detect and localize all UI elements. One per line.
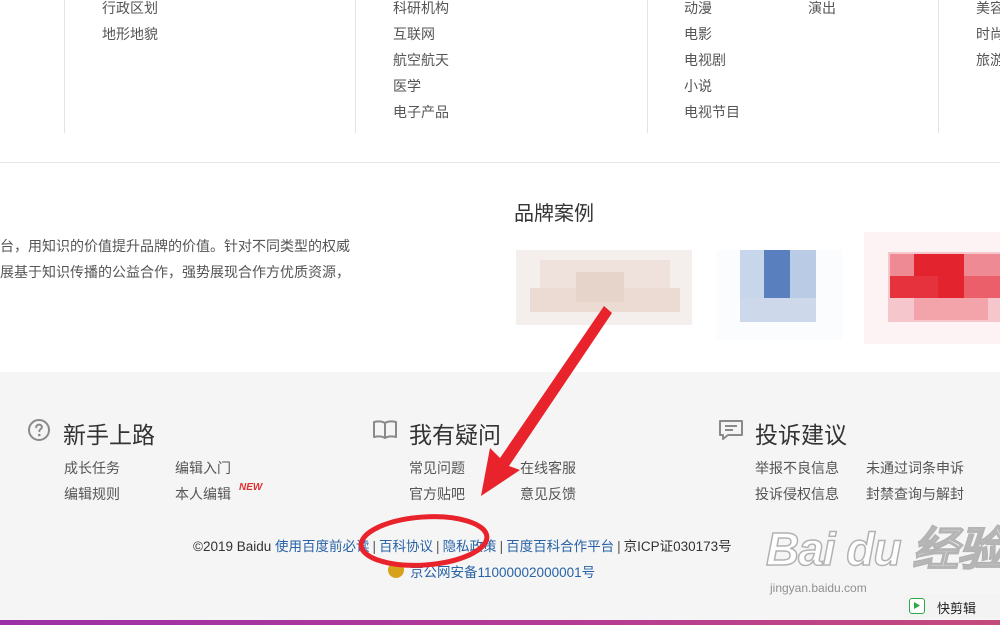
column-divider [355,0,356,133]
footer-link[interactable]: 成长任务 [64,458,120,478]
footer-link[interactable]: 投诉侵权信息 [755,484,839,504]
category-column-geography: 行政区划 地形地貌 [102,0,158,47]
category-link[interactable]: 动漫 [684,0,740,21]
footer-link[interactable]: 封禁查询与解封 [866,484,964,504]
watermark: Bai du 经验 jingyan.baidu.com [764,513,1000,605]
brand-description-line: 展基于知识传播的公益合作，强势展现合作方优质资源， [0,264,350,280]
category-link[interactable]: 行政区划 [102,0,158,21]
quick-clip-label: 快剪辑 [937,601,977,616]
brand-logo-1[interactable] [516,250,692,325]
category-link[interactable]: 美容 [976,0,1000,21]
column-divider [938,0,939,133]
question-circle-icon [27,418,51,447]
category-link[interactable]: 电视剧 [684,47,740,73]
footer-section-title: 新手上路 [63,422,155,448]
footer-link[interactable]: 意见反馈 [520,484,576,504]
police-badge-icon [388,562,404,578]
copyright-text: ©2019 Baidu [193,539,272,554]
partner-platform-link[interactable]: 百度百科合作平台 [506,539,614,554]
quick-clip-button[interactable]: 快剪辑 [904,594,1000,618]
category-link[interactable]: 时尚 [976,21,1000,47]
category-link[interactable]: 电影 [684,21,740,47]
icp-text: 京ICP证030173号 [623,539,732,554]
footer-link[interactable]: 本人编辑 [175,484,231,504]
beian-link[interactable]: 京公网安备11000002000001号 [410,561,595,581]
category-link[interactable]: 小说 [684,73,740,99]
play-square-icon [909,598,925,614]
watermark-logo-text: Bai du 经验 [765,522,1000,576]
category-link[interactable]: 医学 [393,73,449,99]
category-columns: 行政区划 地形地貌 科研机构 互联网 航空航天 医学 电子产品 动漫 电影 电视… [0,0,1000,163]
footer-link[interactable]: 官方贴吧 [409,484,465,504]
brand-description-line: 台，用知识的价值提升品牌的价值。针对不同类型的权威 [0,238,350,254]
footer-section-title: 我有疑问 [409,422,501,448]
footer-link[interactable]: 未通过词条申诉 [866,458,964,478]
new-badge: NEW [239,482,263,493]
privacy-policy-link[interactable]: 隐私政策 [443,539,497,554]
book-icon [372,418,398,447]
footer-link[interactable]: 在线客服 [520,458,576,478]
category-link[interactable]: 旅游 [976,47,1000,73]
category-link[interactable]: 地形地貌 [102,21,158,47]
footer-link[interactable]: 常见问题 [409,458,465,478]
brand-logo-2[interactable] [716,250,842,340]
category-column-culture: 动漫 电影 电视剧 小说 电视节目 [684,0,740,125]
footer-link[interactable]: 举报不良信息 [755,458,839,478]
category-column-life: 美容 时尚 旅游 [976,0,1000,73]
copyright-line: ©2019 Baidu 使用百度前必读 | 百科协议 | 隐私政策 | 百度百科合作平台 | 京… [193,539,732,554]
brand-description: 台，用知识的价值提升品牌的价值。针对不同类型的权威 展基于知识传播的公益合作，强… [0,233,350,285]
brand-logo-3[interactable] [864,232,1000,344]
category-link[interactable]: 演出 [808,0,836,21]
chat-icon [718,418,744,447]
category-column-science: 科研机构 互联网 航空航天 医学 电子产品 [393,0,449,125]
footer-link[interactable]: 编辑规则 [64,484,120,504]
watermark-url: jingyan.baidu.com [770,581,867,595]
footer-link[interactable]: 编辑入门 [175,458,231,478]
category-link[interactable]: 电视节目 [684,99,740,125]
bottom-color-strip [0,620,1000,625]
column-divider [647,0,648,133]
category-link[interactable]: 科研机构 [393,0,449,21]
column-divider [64,0,65,133]
category-column-culture-extra: 演出 [808,0,836,21]
footer-section-title: 投诉建议 [755,422,847,448]
category-link[interactable]: 电子产品 [393,99,449,125]
baike-agreement-link[interactable]: 百科协议 [379,539,433,554]
must-read-link[interactable]: 使用百度前必读 [275,539,370,554]
brand-cases-title: 品牌案例 [514,203,594,225]
category-link[interactable]: 互联网 [393,21,449,47]
category-link[interactable]: 航空航天 [393,47,449,73]
